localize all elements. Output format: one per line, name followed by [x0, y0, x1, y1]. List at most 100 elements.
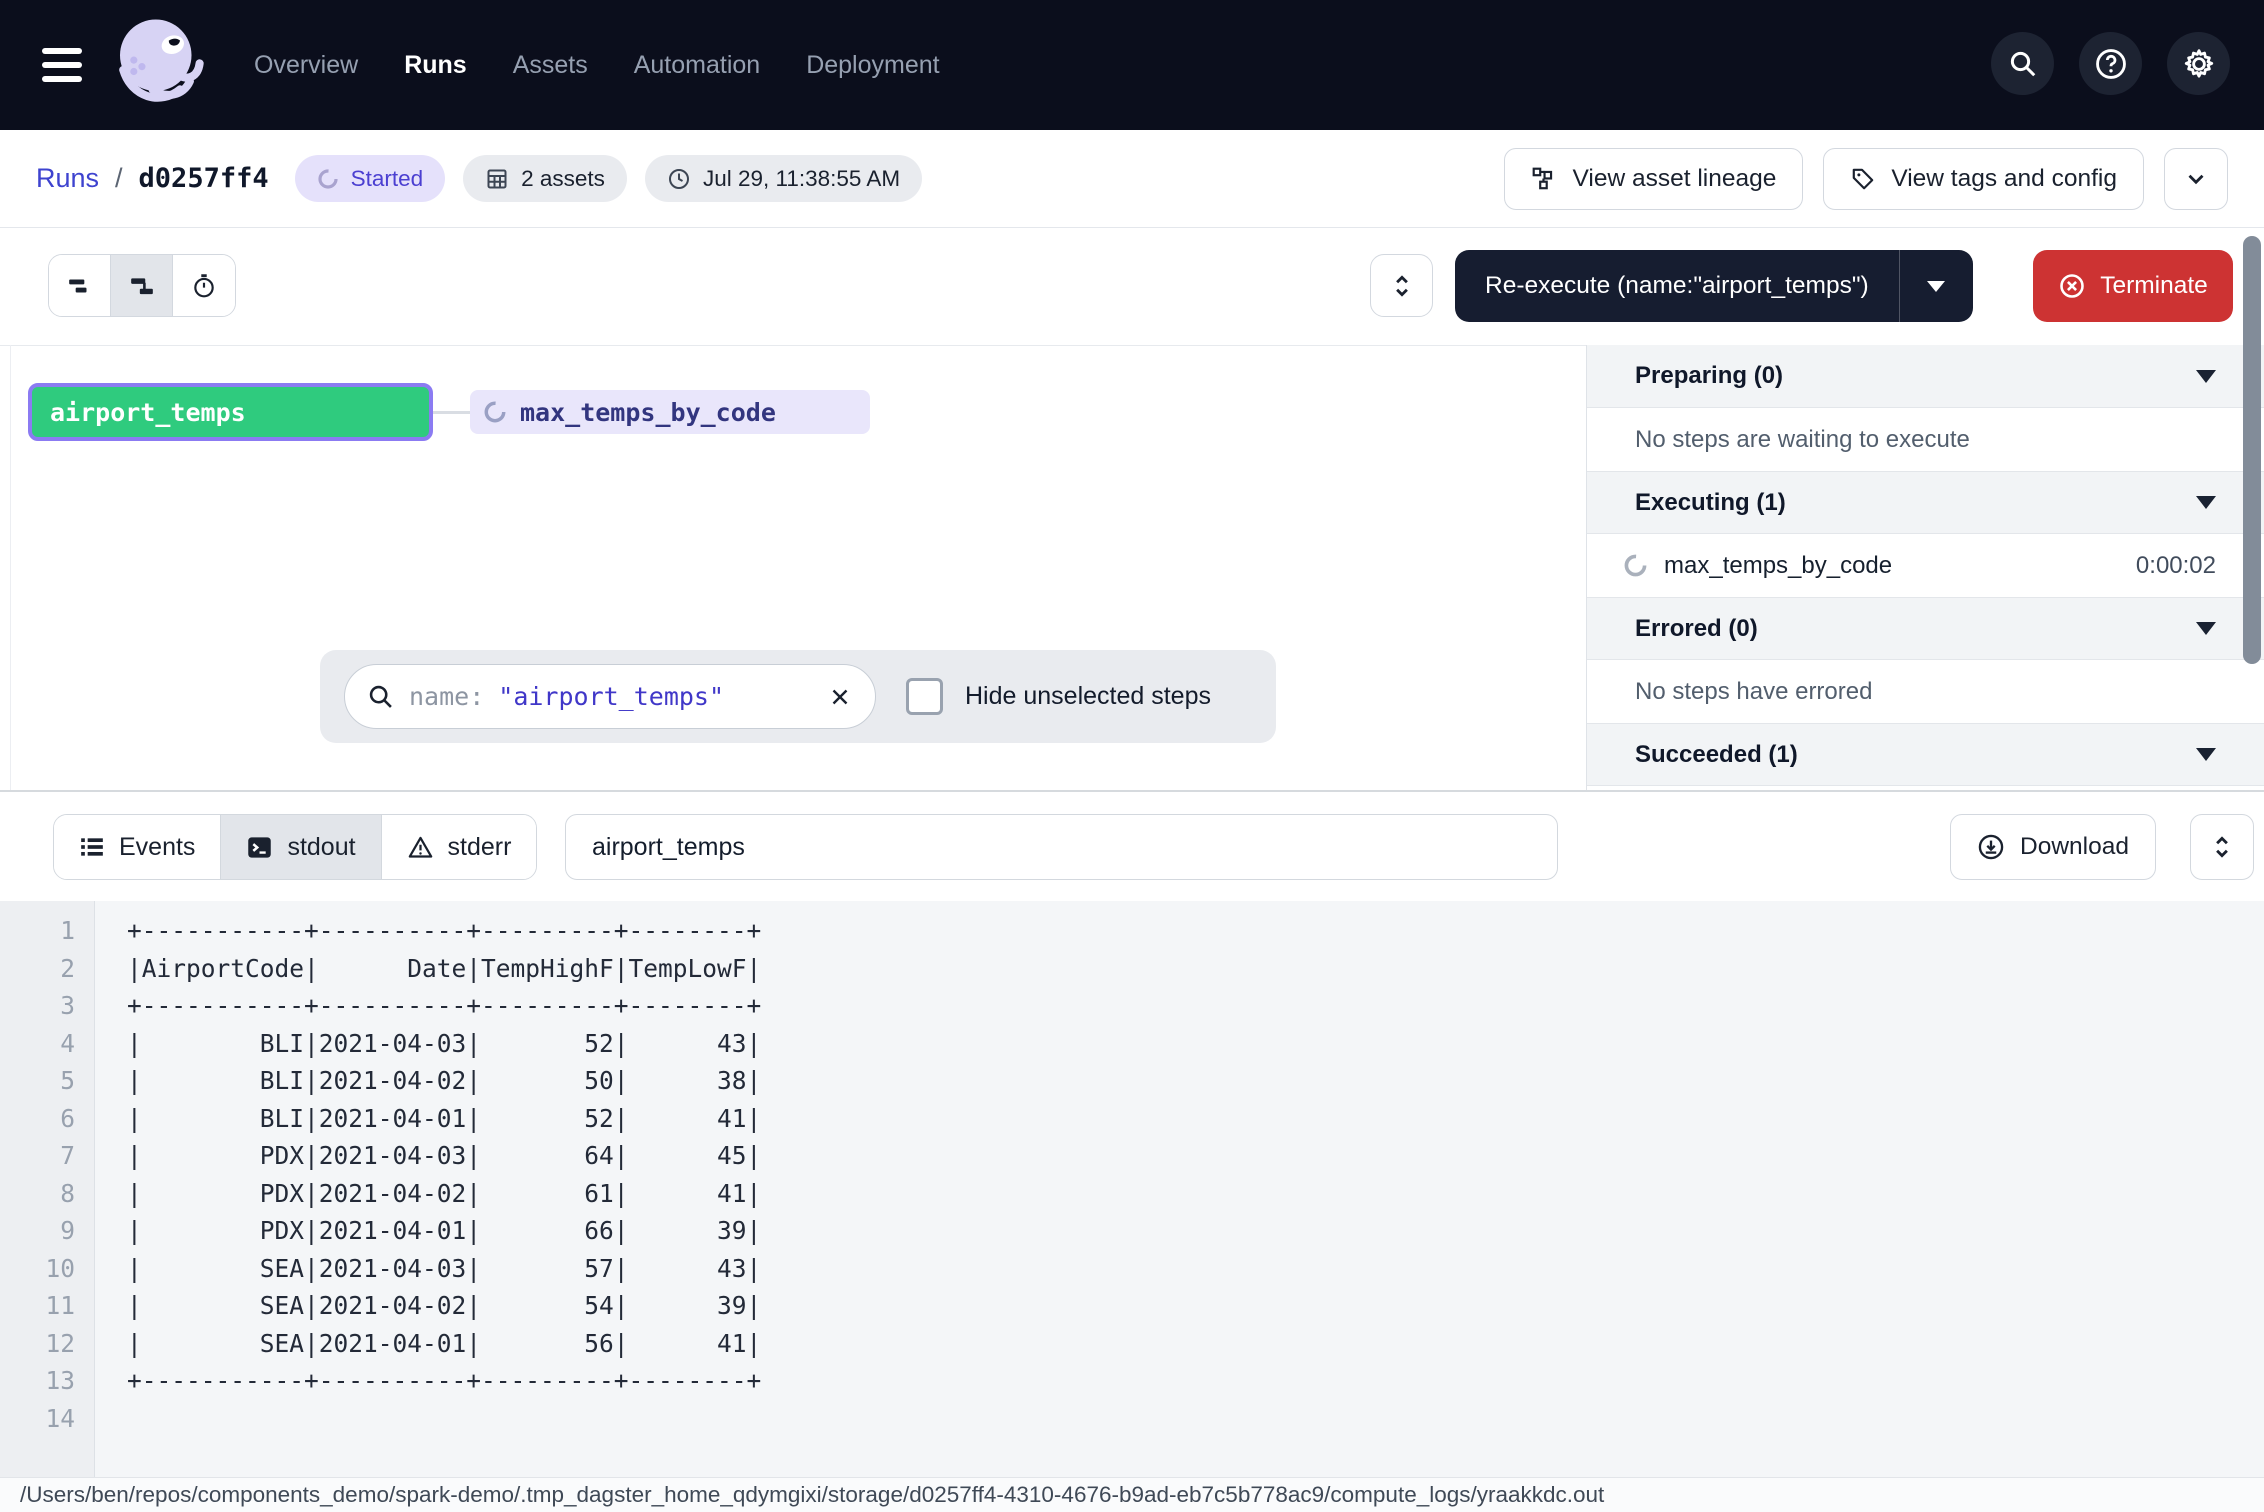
log-file-selector-value: airport_temps	[592, 833, 745, 862]
download-button[interactable]: Download	[1950, 814, 2156, 880]
log-line: 5| BLI|2021-04-02| 50| 38|	[0, 1062, 2264, 1100]
chevron-down-icon	[2183, 166, 2209, 192]
tab-label: Events	[119, 833, 195, 862]
caret-down-icon	[2196, 370, 2216, 383]
tag-icon	[1850, 166, 1876, 192]
main-nav: Overview Runs Assets Automation Deployme…	[254, 51, 940, 80]
log-line: 1+-----------+----------+---------+-----…	[0, 912, 2264, 950]
log-line: 6| BLI|2021-04-01| 52| 41|	[0, 1100, 2264, 1138]
nav-item-assets[interactable]: Assets	[513, 51, 588, 80]
step-node-airport-temps[interactable]: airport_temps	[28, 383, 433, 441]
log-line: 12| SEA|2021-04-01| 56| 41|	[0, 1325, 2264, 1363]
gantt-left-edge	[10, 345, 11, 790]
executing-step-row[interactable]: max_temps_by_code 0:00:02	[1587, 534, 2264, 597]
nav-item-overview[interactable]: Overview	[254, 51, 358, 80]
view-tags-config-button[interactable]: View tags and config	[1823, 148, 2144, 210]
circle-x-icon	[2058, 272, 2086, 300]
section-title: Executing (1)	[1635, 489, 1786, 517]
nav-item-deployment[interactable]: Deployment	[806, 51, 939, 80]
log-line: 3+-----------+----------+---------+-----…	[0, 987, 2264, 1025]
hide-unselected-label: Hide unselected steps	[965, 682, 1211, 711]
vertical-scrollbar[interactable]	[2243, 236, 2261, 664]
view-mode-waterfall-icon[interactable]	[111, 255, 173, 316]
log-file-path: /Users/ben/repos/components_demo/spark-d…	[20, 1482, 1604, 1508]
hamburger-menu-icon[interactable]	[42, 48, 82, 82]
empty-text: No steps have errored	[1635, 678, 1872, 706]
log-line: 11| SEA|2021-04-02| 54| 39|	[0, 1287, 2264, 1325]
spinner-icon	[317, 168, 339, 190]
section-header-succeeded[interactable]: Succeeded (1)	[1587, 723, 2264, 786]
asset-grid-icon	[485, 167, 509, 191]
gantt-view-toggle	[48, 254, 236, 317]
hide-unselected-checkbox[interactable]	[906, 678, 943, 715]
zoom-fit-unfold-button[interactable]	[1370, 254, 1433, 317]
top-nav: Overview Runs Assets Automation Deployme…	[0, 0, 2264, 130]
run-header: Runs / d0257ff4 Started 2 assets Jul 29,…	[0, 130, 2264, 228]
timestamp-badge: Jul 29, 11:38:55 AM	[645, 155, 922, 202]
step-filter-input[interactable]: name: "airport_temps"	[344, 664, 876, 729]
download-icon	[1977, 833, 2005, 861]
run-header-actions: View asset lineage View tags and config	[1504, 148, 2228, 210]
tab-label: stdout	[287, 833, 355, 862]
step-filter-bar: name: "airport_temps" Hide unselected st…	[320, 650, 1276, 743]
view-asset-lineage-label: View asset lineage	[1572, 165, 1776, 193]
tab-stdout[interactable]: stdout	[221, 815, 381, 879]
warning-triangle-icon	[407, 834, 434, 861]
section-header-errored[interactable]: Errored (0)	[1587, 597, 2264, 660]
more-run-actions-button[interactable]	[2164, 148, 2228, 210]
expand-log-panel-button[interactable]	[2190, 814, 2254, 880]
status-badge: Started	[295, 155, 446, 202]
caret-down-icon	[1927, 281, 1945, 292]
step-node-label: airport_temps	[50, 398, 246, 427]
caret-down-icon	[2196, 622, 2216, 635]
reexecute-label: Re-execute (name:"airport_temps")	[1485, 272, 1869, 300]
dagster-logo-icon[interactable]	[104, 10, 214, 120]
stdout-log-view[interactable]: 1+-----------+----------+---------+-----…	[0, 901, 2264, 1477]
section-empty-preparing: No steps are waiting to execute	[1587, 408, 2264, 471]
timestamp-badge-label: Jul 29, 11:38:55 AM	[703, 166, 900, 192]
log-file-selector[interactable]: airport_temps	[565, 814, 1558, 880]
settings-gear-icon[interactable]	[2167, 32, 2230, 95]
reexecute-dropdown-button[interactable]	[1899, 250, 1973, 322]
nav-item-automation[interactable]: Automation	[634, 51, 760, 80]
step-node-max-temps-by-code[interactable]: max_temps_by_code	[470, 390, 870, 434]
reexecute-button[interactable]: Re-execute (name:"airport_temps")	[1455, 250, 1899, 322]
spinner-icon	[1623, 553, 1648, 578]
terminate-button[interactable]: Terminate	[2033, 250, 2233, 322]
nav-item-runs[interactable]: Runs	[404, 51, 467, 80]
log-line: 8| PDX|2021-04-02| 61| 41|	[0, 1175, 2264, 1213]
spinner-icon	[483, 400, 507, 424]
lineage-icon	[1531, 166, 1557, 192]
tab-events[interactable]: Events	[54, 815, 221, 879]
run-meta-badges: Started 2 assets Jul 29, 11:38:55 AM	[295, 155, 923, 202]
tab-label: stderr	[448, 833, 512, 862]
log-line: 10| SEA|2021-04-03| 57| 43|	[0, 1250, 2264, 1288]
search-icon[interactable]	[1991, 32, 2054, 95]
clear-filter-icon[interactable]	[827, 684, 853, 710]
empty-text: No steps are waiting to execute	[1635, 426, 1970, 454]
log-line: 7| PDX|2021-04-03| 64| 45|	[0, 1137, 2264, 1175]
section-title: Succeeded (1)	[1635, 741, 1798, 769]
view-tags-config-label: View tags and config	[1891, 165, 2117, 193]
log-line: 9| PDX|2021-04-01| 66| 39|	[0, 1212, 2264, 1250]
view-mode-flat-icon[interactable]	[49, 255, 111, 316]
filter-field-text: name:	[409, 682, 484, 711]
filter-value-text: "airport_temps"	[498, 682, 724, 711]
log-tab-group: Events stdout stderr	[53, 814, 537, 880]
view-asset-lineage-button[interactable]: View asset lineage	[1504, 148, 1803, 210]
breadcrumb: Runs / d0257ff4	[36, 163, 269, 194]
terminal-icon	[246, 834, 273, 861]
section-header-executing[interactable]: Executing (1)	[1587, 471, 2264, 534]
log-line: 13+-----------+----------+---------+----…	[0, 1362, 2264, 1400]
breadcrumb-runs-link[interactable]: Runs	[36, 163, 99, 194]
view-mode-timer-icon[interactable]	[173, 255, 235, 316]
tab-stderr[interactable]: stderr	[382, 815, 537, 879]
unfold-icon	[2209, 834, 2235, 860]
breadcrumb-separator: /	[115, 163, 123, 194]
caret-down-icon	[2196, 496, 2216, 509]
log-line: 2|AirportCode| Date|TempHighF|TempLowF|	[0, 950, 2264, 988]
status-badge-label: Started	[351, 166, 424, 192]
caret-down-icon	[2196, 748, 2216, 761]
section-header-preparing[interactable]: Preparing (0)	[1587, 345, 2264, 408]
help-icon[interactable]	[2079, 32, 2142, 95]
